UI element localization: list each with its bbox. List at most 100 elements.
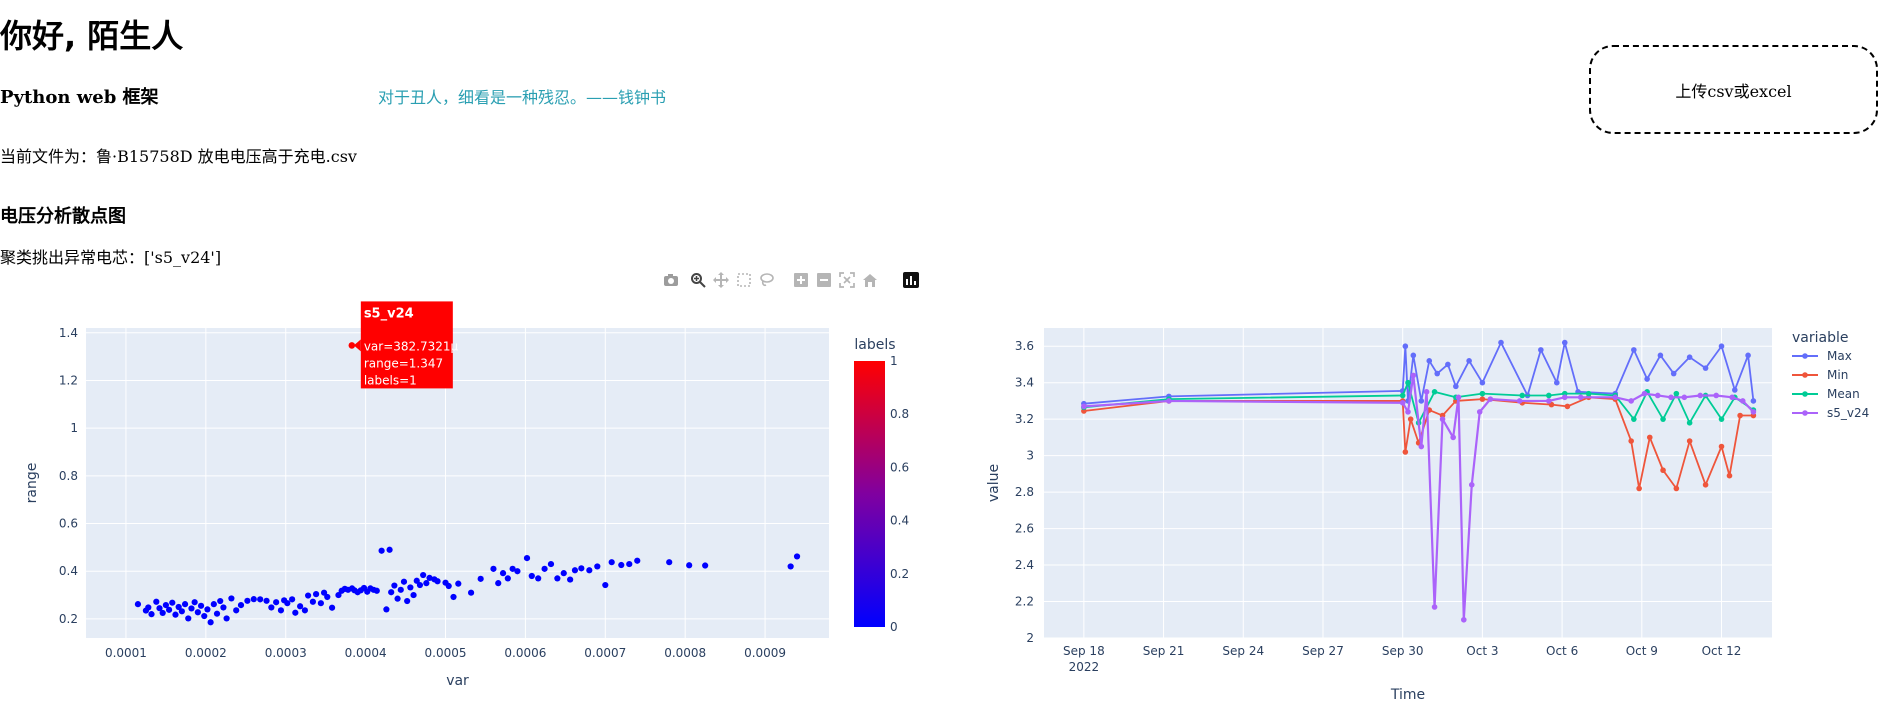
series-point-s5-v24[interactable] xyxy=(1423,389,1430,395)
series-point-max[interactable] xyxy=(1479,379,1486,386)
series-point-s5-v24[interactable] xyxy=(1455,394,1462,401)
series-point-mean[interactable] xyxy=(1686,420,1693,426)
scatter-point[interactable] xyxy=(567,576,574,583)
scatter-point[interactable] xyxy=(305,592,312,599)
scatter-point[interactable] xyxy=(571,567,579,574)
series-point-s5-v24[interactable] xyxy=(1697,392,1704,399)
scatter-point[interactable] xyxy=(263,597,270,604)
series-point-min[interactable] xyxy=(1718,443,1725,450)
series-point-min[interactable] xyxy=(1726,472,1733,479)
series-point-min[interactable] xyxy=(1660,467,1666,474)
scatter-point[interactable] xyxy=(213,610,221,617)
scatter-point[interactable] xyxy=(220,604,227,611)
scatter-point[interactable] xyxy=(181,601,189,608)
series-point-max[interactable] xyxy=(1631,347,1637,353)
scatter-point[interactable] xyxy=(257,596,264,603)
series-point-s5-v24[interactable] xyxy=(1750,409,1757,415)
series-point-s5-v24[interactable] xyxy=(1405,409,1411,415)
series-point-s5-v24[interactable] xyxy=(1487,396,1494,402)
series-point-mean[interactable] xyxy=(1479,390,1486,397)
series-point-s5-v24[interactable] xyxy=(1612,394,1619,401)
series-point-s5-v24[interactable] xyxy=(1410,372,1417,379)
scatter-point[interactable] xyxy=(477,575,484,582)
series-point-min[interactable] xyxy=(1636,485,1642,492)
series-point-s5-v24[interactable] xyxy=(1641,390,1648,397)
pan-icon[interactable] xyxy=(712,271,730,289)
scatter-point[interactable] xyxy=(383,606,390,613)
series-point-mean[interactable] xyxy=(1519,392,1526,399)
scatter-point[interactable] xyxy=(210,601,217,608)
scatter-point[interactable] xyxy=(420,571,427,579)
scatter-point[interactable] xyxy=(273,599,280,606)
scatter-point[interactable] xyxy=(490,565,497,572)
series-point-max[interactable] xyxy=(1453,383,1459,390)
scatter-point[interactable] xyxy=(188,605,195,612)
series-point-max[interactable] xyxy=(1410,352,1417,359)
series-point-min[interactable] xyxy=(1702,482,1709,488)
series-point-s5-v24[interactable] xyxy=(1439,416,1446,422)
scatter-point[interactable] xyxy=(787,563,794,570)
scatter-point[interactable] xyxy=(686,562,693,569)
series-point-max[interactable] xyxy=(1538,347,1544,353)
series-point-s5-v24[interactable] xyxy=(1431,604,1438,610)
scatter-point[interactable] xyxy=(554,575,561,582)
scatter-point[interactable] xyxy=(608,559,615,566)
series-point-s5-v24[interactable] xyxy=(1729,394,1735,401)
scatter-point[interactable] xyxy=(165,606,173,613)
series-point-max[interactable] xyxy=(1657,352,1664,359)
scatter-point[interactable] xyxy=(228,595,235,602)
series-point-max[interactable] xyxy=(1402,343,1409,350)
series-point-mean[interactable] xyxy=(1405,379,1411,386)
series-point-max[interactable] xyxy=(1732,387,1738,393)
series-point-s5-v24[interactable] xyxy=(1628,398,1634,404)
series-point-s5-v24[interactable] xyxy=(1713,392,1720,399)
file-upload-dropzone[interactable]: 上传csv或excel xyxy=(1589,45,1878,134)
scatter-point[interactable] xyxy=(626,560,633,568)
scatter-point[interactable] xyxy=(400,578,408,585)
scatter-point[interactable] xyxy=(373,587,380,594)
scatter-point[interactable] xyxy=(277,607,285,614)
scatter-point[interactable] xyxy=(586,567,593,574)
scatter-point[interactable] xyxy=(197,602,205,609)
series-point-s5-v24[interactable] xyxy=(1561,394,1568,401)
series-point-max[interactable] xyxy=(1553,379,1560,386)
zoom-out-icon[interactable] xyxy=(815,271,833,289)
scatter-point[interactable] xyxy=(201,612,208,620)
series-point-min[interactable] xyxy=(1646,434,1653,441)
scatter-point[interactable] xyxy=(467,589,475,596)
series-point-min[interactable] xyxy=(1737,412,1743,419)
series-point-min[interactable] xyxy=(1564,403,1571,410)
series-point-max[interactable] xyxy=(1745,352,1751,359)
scatter-point[interactable] xyxy=(407,584,414,591)
scatter-point[interactable] xyxy=(394,595,401,602)
scatter-point[interactable] xyxy=(495,580,502,587)
scatter-point[interactable] xyxy=(145,604,152,611)
scatter-point[interactable] xyxy=(397,586,404,593)
series-point-max[interactable] xyxy=(1434,370,1441,377)
series-point-mean[interactable] xyxy=(1660,416,1666,422)
scatter-point[interactable] xyxy=(268,604,275,611)
scatter-point[interactable] xyxy=(535,575,542,582)
series-point-max[interactable] xyxy=(1686,354,1693,360)
series-point-s5-v24[interactable] xyxy=(1399,399,1406,406)
series-point-s5-v24[interactable] xyxy=(1546,398,1552,404)
series-point-max[interactable] xyxy=(1561,339,1568,346)
scatter-point[interactable] xyxy=(378,547,385,554)
scatter-point[interactable] xyxy=(292,609,299,616)
lasso-icon[interactable] xyxy=(758,271,776,289)
scatter-point[interactable] xyxy=(223,615,230,622)
series-point-s5-v24[interactable] xyxy=(1418,443,1425,450)
scatter-point[interactable] xyxy=(793,553,801,560)
series-point-s5-v24[interactable] xyxy=(1166,398,1172,404)
scatter-point[interactable] xyxy=(159,609,166,617)
series-point-s5-v24[interactable] xyxy=(1577,394,1584,401)
series-point-max[interactable] xyxy=(1644,376,1650,382)
scatter-point[interactable] xyxy=(312,591,320,598)
camera-icon[interactable] xyxy=(662,271,680,289)
scatter-point[interactable] xyxy=(185,615,192,622)
scatter-point[interactable] xyxy=(297,603,304,610)
plotly-logo-icon[interactable] xyxy=(902,271,920,289)
series-point-max[interactable] xyxy=(1466,358,1472,364)
scatter-point[interactable] xyxy=(289,596,296,603)
scatter-point[interactable] xyxy=(504,575,511,582)
